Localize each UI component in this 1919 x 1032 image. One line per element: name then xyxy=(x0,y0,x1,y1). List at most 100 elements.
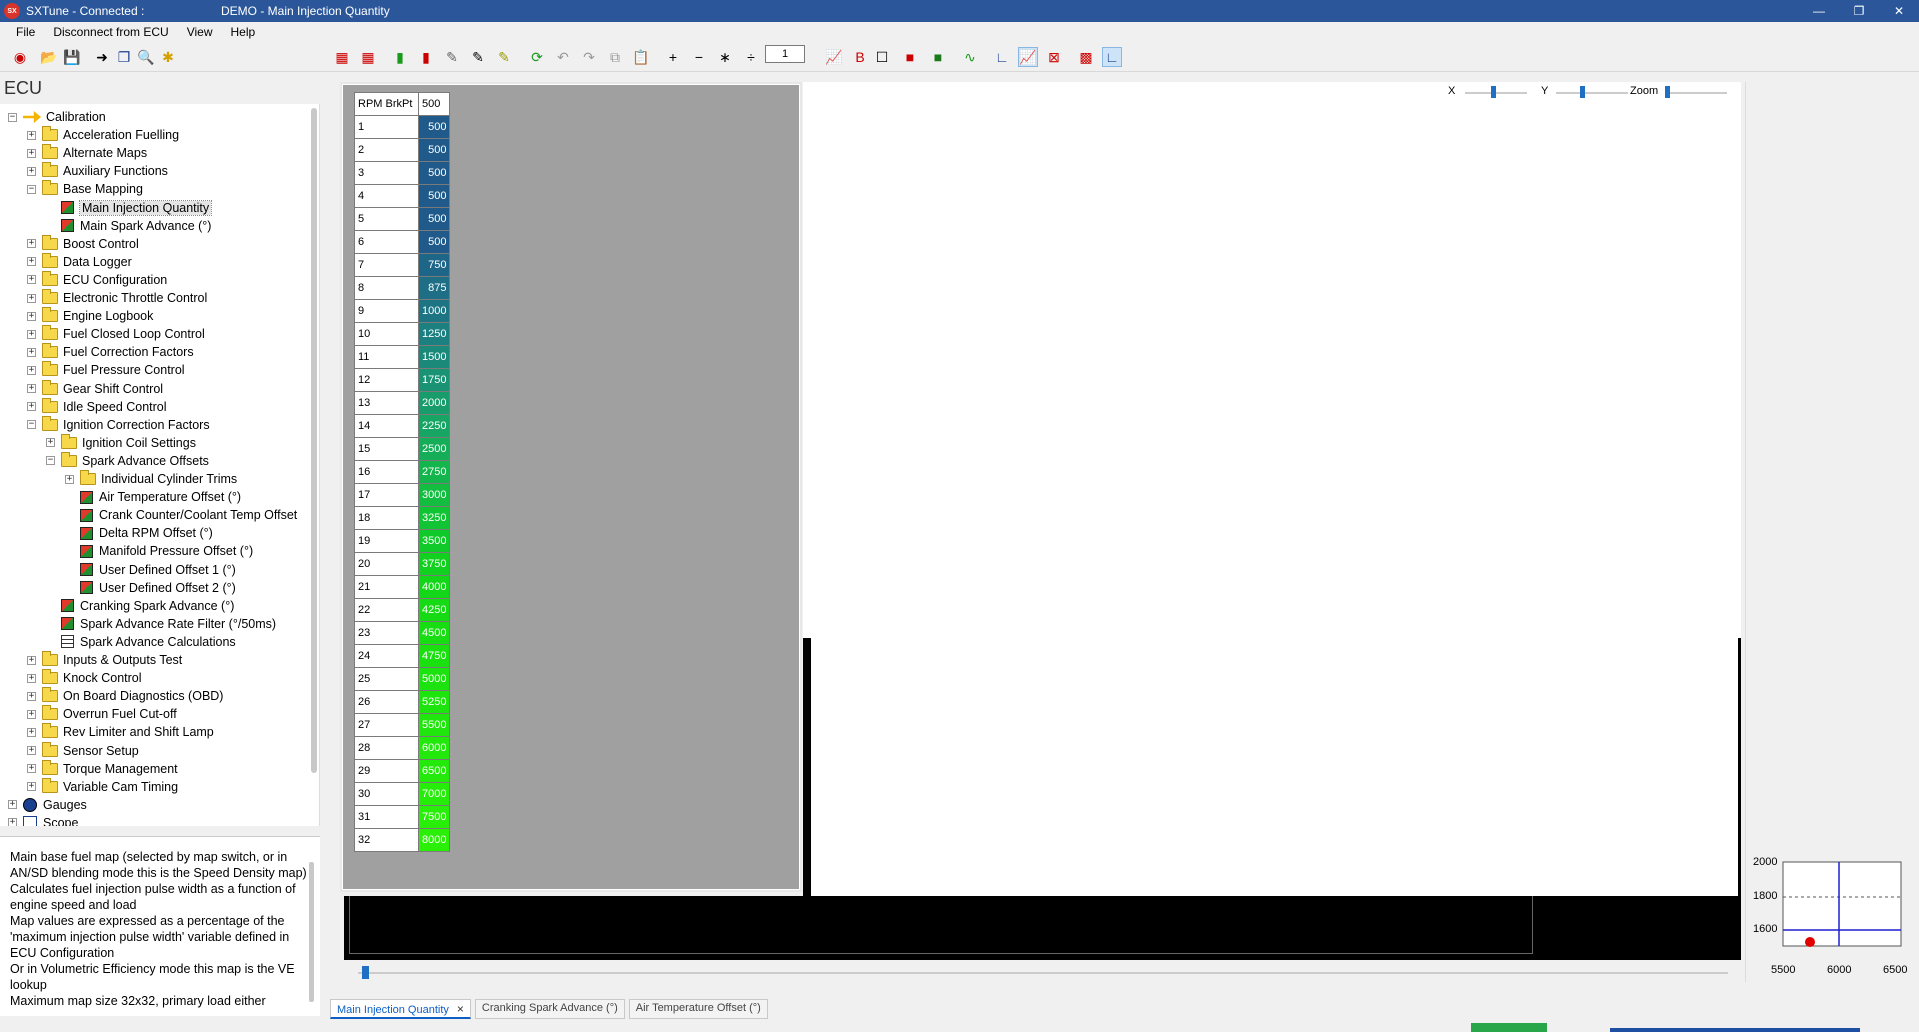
collapse-icon[interactable]: − xyxy=(8,112,17,122)
tree-item[interactable]: Spark Advance Rate Filter (°/50ms) xyxy=(46,615,276,633)
value-cell[interactable]: 3500 xyxy=(417,529,451,553)
redo-icon[interactable]: ↷ xyxy=(579,47,599,67)
row-number-cell[interactable]: 11 xyxy=(354,345,419,369)
axes-active-icon[interactable]: ∟ xyxy=(1102,47,1122,67)
map-green-icon[interactable]: ▮ xyxy=(390,47,410,67)
tree-item[interactable]: Cranking Spark Advance (°) xyxy=(46,597,234,615)
value-cell[interactable]: 7000 xyxy=(417,782,451,806)
tree-item[interactable]: + Rev Limiter and Shift Lamp xyxy=(27,723,214,741)
row-number-cell[interactable]: 23 xyxy=(354,621,419,645)
row-number-cell[interactable]: 20 xyxy=(354,552,419,576)
tree-item[interactable]: Manifold Pressure Offset (°) xyxy=(65,542,253,560)
settings-icon[interactable]: ✱ xyxy=(158,47,178,67)
row-number-cell[interactable]: 30 xyxy=(354,782,419,806)
row-number-cell[interactable]: 2 xyxy=(354,138,419,162)
axes-icon[interactable]: ∟ xyxy=(992,47,1012,67)
value-cell[interactable]: 4000 xyxy=(417,575,451,599)
value-cell[interactable]: 500 xyxy=(417,207,451,231)
value-cell[interactable]: 3000 xyxy=(417,483,451,507)
row-number-cell[interactable]: 32 xyxy=(354,828,419,852)
expand-icon[interactable]: + xyxy=(27,275,36,285)
y-slider-track[interactable] xyxy=(1556,92,1628,94)
map-red-1-icon[interactable]: ▦ xyxy=(332,47,352,67)
horizontal-slider-track[interactable] xyxy=(358,972,1728,974)
row-number-cell[interactable]: 8 xyxy=(354,276,419,300)
value-cell[interactable]: 1750 xyxy=(417,368,451,392)
value-cell[interactable]: 1250 xyxy=(417,322,451,346)
row-number-cell[interactable]: 7 xyxy=(354,253,419,277)
collapse-icon[interactable]: − xyxy=(27,184,36,194)
value-cell[interactable]: 4750 xyxy=(417,644,451,668)
search-icon[interactable]: 🔍 xyxy=(136,47,156,67)
undo-icon[interactable]: ↶ xyxy=(553,47,573,67)
value-cell[interactable]: 750 xyxy=(417,253,451,277)
disconnect-icon[interactable]: ◉ xyxy=(10,47,30,67)
x-slider-track[interactable] xyxy=(1465,92,1527,94)
expand-icon[interactable]: + xyxy=(65,474,74,484)
row-number-cell[interactable]: 27 xyxy=(354,713,419,737)
graph-area[interactable] xyxy=(803,82,1741,896)
tab-cranking-spark-advance[interactable]: Cranking Spark Advance (°) xyxy=(474,999,625,1019)
value-cell[interactable]: 4500 xyxy=(417,621,451,645)
expand-icon[interactable]: + xyxy=(8,818,17,826)
tree-item[interactable]: + Alternate Maps xyxy=(27,144,147,162)
value-cell[interactable]: 8000 xyxy=(417,828,451,852)
tree-item[interactable]: + Boost Control xyxy=(27,234,139,253)
expand-icon[interactable]: + xyxy=(27,691,36,701)
value-cell[interactable]: 5500 xyxy=(417,713,451,737)
row-number-cell[interactable]: 4 xyxy=(354,184,419,208)
tree-item[interactable]: Delta RPM Offset (°) xyxy=(65,524,213,542)
row-number-cell[interactable]: 12 xyxy=(354,368,419,392)
tree-item[interactable]: + Fuel Closed Loop Control xyxy=(27,325,205,343)
row-number-cell[interactable]: 15 xyxy=(354,437,419,461)
row-number-cell[interactable]: 24 xyxy=(354,644,419,668)
x-slider-thumb[interactable] xyxy=(1491,86,1496,98)
copy-icon[interactable]: ❐ xyxy=(114,47,134,67)
tree-item[interactable]: Air Temperature Offset (°) xyxy=(65,488,241,506)
tree-item[interactable]: + Idle Speed Control xyxy=(27,397,167,416)
row-number-cell[interactable]: 25 xyxy=(354,667,419,691)
tree-item[interactable]: − Ignition Correction Factors xyxy=(27,415,210,434)
row-number-cell[interactable]: 14 xyxy=(354,414,419,438)
value-cell[interactable]: 6000 xyxy=(417,736,451,760)
y-slider-thumb[interactable] xyxy=(1580,86,1585,98)
divide-icon[interactable]: ÷ xyxy=(741,47,761,67)
transfer-icon[interactable]: ➜ xyxy=(92,47,112,67)
row-number-cell[interactable]: 5 xyxy=(354,207,419,231)
expand-icon[interactable]: + xyxy=(27,384,36,393)
expand-icon[interactable]: + xyxy=(27,365,36,375)
expand-icon[interactable]: + xyxy=(27,239,36,249)
tree-item[interactable]: + Overrun Fuel Cut-off xyxy=(27,705,177,723)
tree-item[interactable]: − Base Mapping xyxy=(27,180,143,198)
expand-icon[interactable]: + xyxy=(27,655,36,665)
expand-icon[interactable]: + xyxy=(27,329,36,339)
row-number-cell[interactable]: 13 xyxy=(354,391,419,415)
collapse-icon[interactable]: − xyxy=(46,456,55,466)
expand-icon[interactable]: + xyxy=(8,800,17,810)
row-number-cell[interactable]: 31 xyxy=(354,805,419,829)
value-cell[interactable]: 7500 xyxy=(417,805,451,829)
checkbox-icon[interactable]: ☐ xyxy=(872,47,892,67)
value-cell[interactable]: 2500 xyxy=(417,437,451,461)
value-cell[interactable]: 1500 xyxy=(417,345,451,369)
zoom-slider-track[interactable] xyxy=(1665,92,1727,94)
tree-item[interactable]: + Scope xyxy=(8,814,78,826)
value-cell[interactable]: 500 xyxy=(417,161,451,185)
tree-item[interactable]: + ECU Configuration xyxy=(27,270,167,289)
tree-item[interactable]: + Engine Logbook xyxy=(27,307,153,325)
row-number-cell[interactable]: 17 xyxy=(354,483,419,507)
row-number-cell[interactable]: 26 xyxy=(354,690,419,714)
open-folder-icon[interactable]: 📂 xyxy=(39,47,59,67)
tree-item[interactable]: + Individual Cylinder Trims xyxy=(65,470,237,488)
tab-close-icon[interactable]: × xyxy=(457,1002,464,1016)
menu-help[interactable]: Help xyxy=(221,22,264,42)
tree-item[interactable]: + Gear Shift Control xyxy=(27,379,163,398)
tree-item[interactable]: User Defined Offset 1 (°) xyxy=(65,561,236,579)
value-cell[interactable]: 500 xyxy=(417,230,451,254)
zoom-slider-thumb[interactable] xyxy=(1665,86,1670,98)
tab-main-injection-quantity[interactable]: Main Injection Quantity × xyxy=(330,999,471,1019)
refresh-icon[interactable]: ⟳ xyxy=(527,47,547,67)
tree-item[interactable]: + Fuel Pressure Control xyxy=(27,361,185,379)
cube-green-icon[interactable]: ■ xyxy=(928,47,948,67)
value-cell[interactable]: 2250 xyxy=(417,414,451,438)
